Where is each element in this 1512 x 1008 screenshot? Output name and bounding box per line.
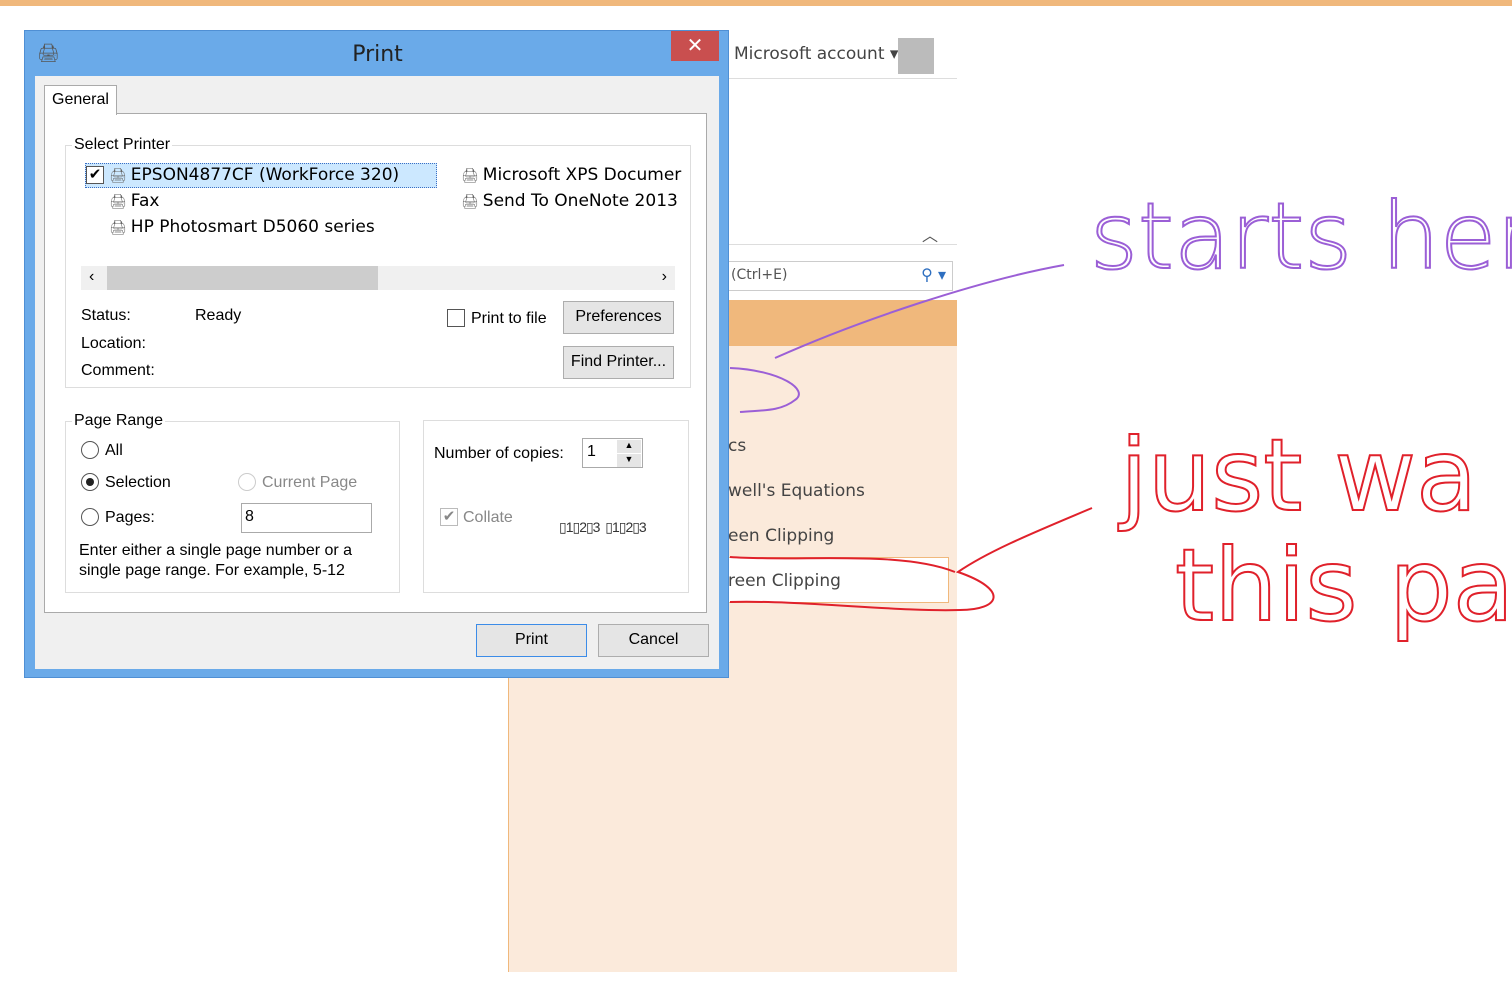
ink-annotation: this pa [1175, 527, 1512, 644]
ink-annotation: starts here [1090, 183, 1512, 290]
ink-annotation: just wa [1118, 417, 1477, 534]
ink-stroke [729, 507, 1093, 612]
ink-annotations: starts here just wa this pa [729, 182, 1512, 645]
ink-stroke [729, 264, 1065, 413]
tab-general[interactable]: General [44, 85, 117, 115]
